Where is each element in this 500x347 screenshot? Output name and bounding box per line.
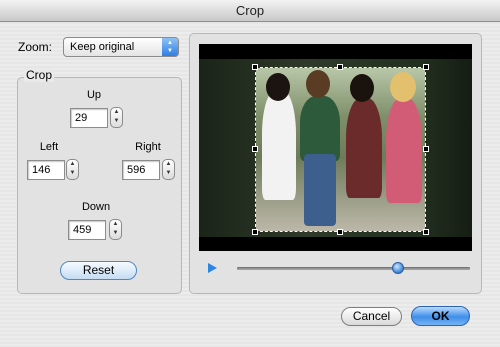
person-head bbox=[350, 74, 374, 102]
crop-handle[interactable] bbox=[252, 64, 258, 70]
timeline-slider[interactable] bbox=[237, 267, 470, 270]
reset-button[interactable]: Reset bbox=[60, 261, 137, 280]
crop-handle[interactable] bbox=[252, 229, 258, 235]
left-stepper[interactable]: ▲ ▼ bbox=[66, 159, 79, 180]
zoom-selected-value: Keep original bbox=[70, 41, 135, 53]
crop-handle[interactable] bbox=[423, 229, 429, 235]
stepper-up-icon[interactable]: ▲ bbox=[163, 160, 174, 169]
crop-handle[interactable] bbox=[423, 64, 429, 70]
stepper-down-icon[interactable]: ▼ bbox=[67, 169, 78, 178]
left-label: Left bbox=[39, 141, 59, 153]
crop-handle[interactable] bbox=[252, 146, 258, 152]
up-field[interactable] bbox=[70, 108, 108, 128]
crop-selection[interactable] bbox=[255, 67, 426, 232]
cropped-image bbox=[256, 68, 425, 231]
person-figure bbox=[304, 154, 336, 226]
crop-handle[interactable] bbox=[337, 64, 343, 70]
crop-handle[interactable] bbox=[423, 146, 429, 152]
stepper-up-icon[interactable]: ▲ bbox=[110, 220, 121, 229]
stepper-down-icon[interactable]: ▼ bbox=[111, 117, 122, 126]
crop-handle[interactable] bbox=[337, 229, 343, 235]
video-preview bbox=[199, 44, 472, 251]
up-stepper[interactable]: ▲ ▼ bbox=[110, 107, 123, 128]
person-figure bbox=[262, 90, 296, 200]
down-field[interactable] bbox=[68, 220, 106, 240]
stepper-up-icon[interactable]: ▲ bbox=[67, 160, 78, 169]
window-titlebar: Crop bbox=[0, 0, 500, 22]
play-icon[interactable] bbox=[208, 263, 217, 273]
popup-arrows-icon: ▲ ▼ bbox=[162, 38, 178, 56]
stepper-down-icon[interactable]: ▼ bbox=[163, 169, 174, 178]
right-field[interactable] bbox=[122, 160, 160, 180]
person-figure bbox=[386, 98, 422, 203]
left-field[interactable] bbox=[27, 160, 65, 180]
right-label: Right bbox=[135, 141, 161, 153]
down-stepper[interactable]: ▲ ▼ bbox=[109, 219, 122, 240]
crop-group-label: Crop bbox=[24, 68, 55, 82]
stepper-up-icon[interactable]: ▲ bbox=[111, 108, 122, 117]
right-stepper[interactable]: ▲ ▼ bbox=[162, 159, 175, 180]
person-head bbox=[390, 72, 416, 102]
zoom-select[interactable]: Keep original ▲ ▼ bbox=[63, 37, 179, 57]
up-label: Up bbox=[86, 89, 102, 101]
timeline-slider-knob[interactable] bbox=[392, 262, 404, 274]
stepper-down-icon[interactable]: ▼ bbox=[110, 229, 121, 238]
person-head bbox=[266, 73, 290, 101]
down-label: Down bbox=[81, 201, 111, 213]
window-title: Crop bbox=[235, 3, 265, 18]
person-figure bbox=[300, 96, 340, 161]
cancel-button[interactable]: Cancel bbox=[341, 307, 402, 326]
person-head bbox=[306, 70, 330, 98]
ok-button[interactable]: OK bbox=[411, 306, 470, 326]
person-figure bbox=[346, 98, 382, 198]
zoom-label: Zoom: bbox=[18, 40, 53, 54]
